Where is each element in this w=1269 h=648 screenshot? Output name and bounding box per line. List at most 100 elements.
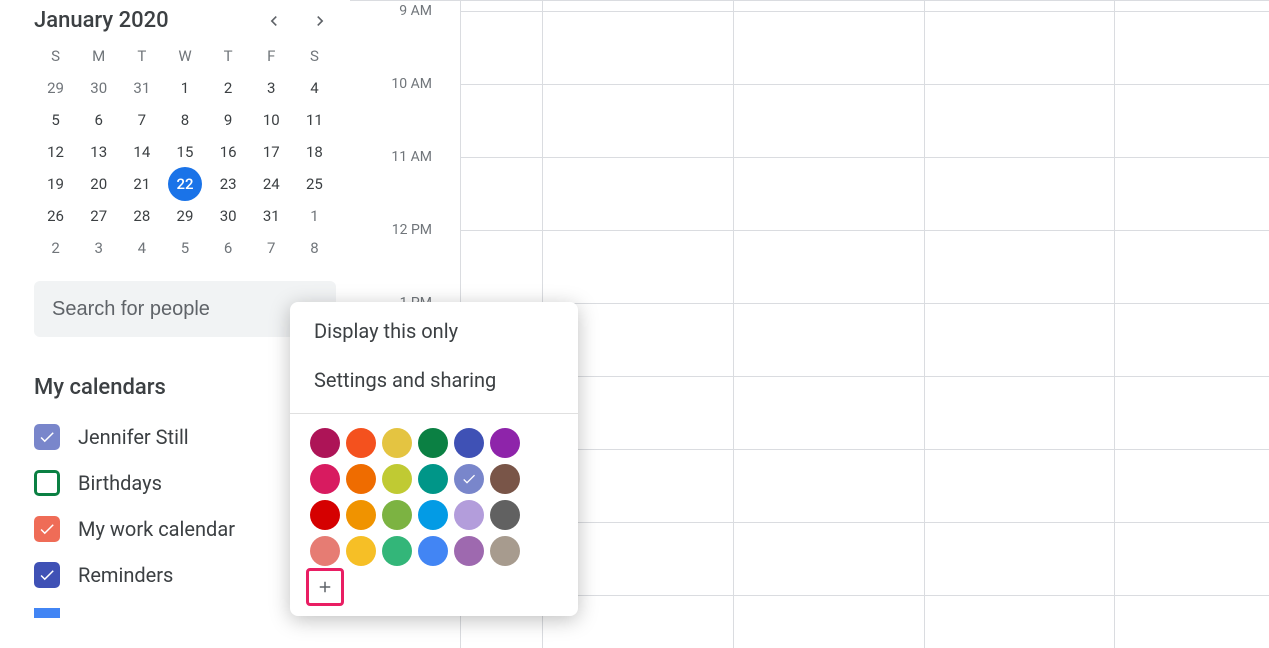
color-swatch[interactable]	[418, 500, 448, 530]
hour-gridline	[460, 157, 1269, 158]
mini-calendar-day[interactable]: 13	[77, 143, 120, 161]
color-swatch[interactable]	[382, 464, 412, 494]
mini-calendar[interactable]: SMTWTFS293031123456789101112131415161718…	[34, 47, 336, 257]
mini-calendar-day[interactable]: 1	[163, 79, 206, 97]
color-swatch[interactable]	[310, 428, 340, 458]
calendar-checkbox[interactable]	[34, 516, 60, 542]
mini-calendar-day[interactable]: 20	[77, 175, 120, 193]
mini-calendar-day[interactable]: 11	[293, 111, 336, 129]
mini-calendar-day[interactable]: 19	[34, 175, 77, 193]
color-swatch[interactable]	[490, 500, 520, 530]
color-swatch[interactable]	[382, 428, 412, 458]
grid-background: Dentist appointment3:30 – 4:30pm	[460, 1, 1269, 648]
mini-calendar-day[interactable]: 7	[250, 239, 293, 257]
mini-calendar-nav	[264, 11, 330, 31]
color-swatch[interactable]	[310, 464, 340, 494]
hour-gridline	[460, 303, 1269, 304]
color-swatch[interactable]	[418, 464, 448, 494]
mini-calendar-day[interactable]: 31	[250, 207, 293, 225]
search-people-input[interactable]	[52, 298, 318, 321]
color-swatch[interactable]	[382, 500, 412, 530]
mini-calendar-day[interactable]: 28	[120, 207, 163, 225]
hour-gridline	[460, 449, 1269, 450]
mini-calendar-day[interactable]: 18	[293, 143, 336, 161]
day-gridline	[733, 1, 734, 648]
mini-calendar-day[interactable]: 1	[293, 207, 336, 225]
color-swatch[interactable]	[454, 536, 484, 566]
hour-label: 9 AM	[399, 3, 432, 19]
add-color-button[interactable]	[310, 572, 340, 602]
mini-calendar-day[interactable]: 12	[34, 143, 77, 161]
hour-label: 11 AM	[391, 149, 432, 165]
chevron-right-icon[interactable]	[310, 11, 330, 31]
color-swatch[interactable]	[346, 464, 376, 494]
color-swatch[interactable]	[346, 500, 376, 530]
color-swatch[interactable]	[346, 428, 376, 458]
dow-label: T	[207, 47, 250, 65]
mini-calendar-day[interactable]: 29	[34, 79, 77, 97]
mini-calendar-day[interactable]: 8	[163, 111, 206, 129]
calendar-checkbox[interactable]	[34, 470, 60, 496]
mini-calendar-day[interactable]: 10	[250, 111, 293, 129]
calendar-label: Reminders	[78, 563, 173, 587]
mini-calendar-day[interactable]: 30	[207, 207, 250, 225]
mini-calendar-day[interactable]: 7	[120, 111, 163, 129]
dow-label: S	[34, 47, 77, 65]
mini-calendar-day[interactable]: 9	[207, 111, 250, 129]
mini-calendar-day[interactable]: 4	[293, 79, 336, 97]
mini-calendar-day[interactable]: 27	[77, 207, 120, 225]
mini-calendar-day[interactable]: 22	[163, 175, 206, 193]
mini-calendar-day[interactable]: 25	[293, 175, 336, 193]
day-gridline	[924, 1, 925, 648]
mini-calendar-day[interactable]: 31	[120, 79, 163, 97]
calendar-checkbox[interactable]	[34, 562, 60, 588]
color-swatch[interactable]	[490, 464, 520, 494]
mini-calendar-day[interactable]: 4	[120, 239, 163, 257]
color-swatch[interactable]	[490, 536, 520, 566]
settings-and-sharing[interactable]: Settings and sharing	[290, 360, 578, 409]
dow-label: S	[293, 47, 336, 65]
mini-calendar-day[interactable]: 6	[207, 239, 250, 257]
hour-gridline	[460, 376, 1269, 377]
mini-calendar-day[interactable]: 23	[207, 175, 250, 193]
mini-calendar-day[interactable]: 26	[34, 207, 77, 225]
color-swatch[interactable]	[418, 428, 448, 458]
calendar-checkbox[interactable]	[34, 424, 60, 450]
mini-calendar-day[interactable]: 16	[207, 143, 250, 161]
color-swatch[interactable]	[310, 536, 340, 566]
color-swatch[interactable]	[418, 536, 448, 566]
mini-calendar-day[interactable]: 3	[77, 239, 120, 257]
color-swatch[interactable]	[382, 536, 412, 566]
color-swatch[interactable]	[454, 464, 484, 494]
calendar-label: Jennifer Still	[78, 425, 189, 449]
color-swatch[interactable]	[454, 500, 484, 530]
mini-calendar-day[interactable]: 2	[207, 79, 250, 97]
popover-separator	[290, 413, 578, 414]
calendar-checkbox[interactable]	[34, 608, 60, 618]
chevron-left-icon[interactable]	[264, 11, 284, 31]
mini-calendar-day[interactable]: 17	[250, 143, 293, 161]
hour-gridline	[460, 522, 1269, 523]
mini-calendar-day[interactable]: 5	[163, 239, 206, 257]
calendar-label: My work calendar	[78, 517, 235, 541]
mini-calendar-day[interactable]: 21	[120, 175, 163, 193]
color-swatch[interactable]	[490, 428, 520, 458]
mini-calendar-day[interactable]: 14	[120, 143, 163, 161]
display-this-only[interactable]: Display this only	[290, 302, 578, 360]
hour-gridline	[460, 84, 1269, 85]
mini-calendar-day[interactable]: 8	[293, 239, 336, 257]
mini-calendar-day[interactable]: 3	[250, 79, 293, 97]
calendar-options-popover: Display this only Settings and sharing	[290, 302, 578, 616]
color-swatch[interactable]	[346, 536, 376, 566]
mini-calendar-day[interactable]: 30	[77, 79, 120, 97]
color-swatch[interactable]	[310, 500, 340, 530]
mini-calendar-day[interactable]: 15	[163, 143, 206, 161]
mini-calendar-day[interactable]: 6	[77, 111, 120, 129]
mini-calendar-day[interactable]: 2	[34, 239, 77, 257]
day-gridline	[1114, 1, 1115, 648]
dow-label: M	[77, 47, 120, 65]
mini-calendar-day[interactable]: 29	[163, 207, 206, 225]
mini-calendar-day[interactable]: 5	[34, 111, 77, 129]
mini-calendar-day[interactable]: 24	[250, 175, 293, 193]
color-swatch[interactable]	[454, 428, 484, 458]
